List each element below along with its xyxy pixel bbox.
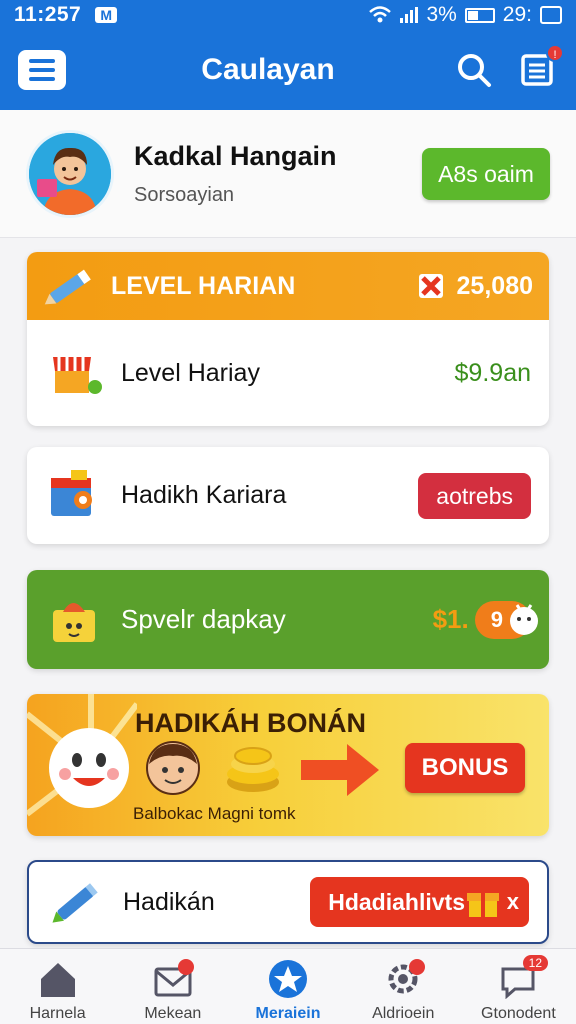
bonus-title: HADIKÁH BONÁN — [135, 708, 366, 738]
avatar[interactable] — [26, 129, 114, 218]
status-bar: 11:257 M 3% 29: — [0, 0, 576, 30]
gold-coins-icon — [227, 747, 279, 792]
mascot-icon — [510, 603, 538, 635]
nav-dot-settings — [408, 959, 425, 975]
coins-icon — [418, 274, 443, 298]
wifi-icon — [369, 6, 392, 23]
hadikan-label: Hadikán — [123, 887, 215, 916]
screen-icon — [540, 6, 562, 24]
search-button[interactable] — [454, 50, 494, 90]
search-icon — [458, 54, 491, 87]
nav-label-settings: Aldrioein — [372, 1005, 435, 1022]
kid-face-icon — [146, 741, 200, 795]
treasure-box-icon — [53, 602, 95, 642]
arrow-right-icon — [301, 744, 379, 796]
blue-pencil-icon — [52, 883, 98, 923]
level-header: LEVEL HARIAN 25,080 — [27, 252, 549, 320]
hadiah-label: Hadikh Kariara — [121, 481, 287, 509]
hadikan-card: Hadikán Hdadiahlivts x — [27, 860, 549, 944]
profile-subtitle: Sorsoayian — [134, 183, 235, 206]
bottom-nav: Harnela Mekean Meraiein Aldrioein 12 Gto… — [0, 948, 576, 1024]
bonus-button[interactable]: BONUS — [405, 743, 525, 793]
gift-box-icon — [51, 469, 92, 516]
green-card-pill[interactable]: 9 — [474, 600, 538, 639]
home-icon — [40, 963, 75, 997]
notification-badge: ! — [546, 44, 564, 62]
nav-item-message[interactable]: 12 Gtonodent — [461, 949, 576, 1024]
menu-icon-line — [29, 59, 55, 63]
nav-badge-message: 12 — [522, 955, 549, 971]
app-title: Caulayan — [201, 53, 335, 86]
sun-mascot-icon — [27, 694, 137, 817]
green-card-label: Spvelr dapkay — [121, 604, 286, 634]
level-row[interactable]: Level Hariay $9.9an — [27, 320, 549, 426]
user-avatar-icon — [29, 132, 111, 215]
app-header: Caulayan ! — [0, 30, 576, 110]
profile-name: Kadkal Hangain — [134, 140, 337, 171]
menu-button[interactable] — [18, 50, 66, 90]
level-row-value: $9.9an — [454, 358, 531, 387]
green-card-pill-value: 9 — [490, 606, 503, 632]
signal-icon — [400, 7, 419, 23]
gift-icon — [467, 893, 499, 917]
status-clock-right: 29: — [502, 3, 532, 26]
hadiah-card: Hadikh Kariara aotrebs — [27, 447, 549, 544]
bonus-card[interactable]: HADIKÁH BONÁN BONUS Balbokac Magni tomk — [27, 694, 549, 836]
level-points: 25,080 — [456, 271, 533, 300]
close-icon[interactable]: x — [507, 877, 519, 927]
level-card: LEVEL HARIAN 25,080 Level Hariay $9.9an — [27, 252, 549, 426]
green-card[interactable]: Spvelr dapkay $1. 9 — [27, 570, 549, 669]
profile-section: Kadkal Hangain Sorsoayian A8s oaim — [0, 110, 576, 238]
list-notifications-button[interactable]: ! — [518, 44, 564, 90]
claim-button[interactable]: A8s oaim — [422, 147, 550, 200]
nav-label-message: Gtonodent — [481, 1005, 556, 1022]
hadiah-button[interactable]: aotrebs — [418, 472, 531, 519]
nav-label-home: Harnela — [29, 1005, 86, 1022]
nav-item-star[interactable]: Meraiein — [230, 949, 345, 1024]
level-title: LEVEL HARIAN — [111, 271, 296, 300]
battery-percent: 3% — [426, 3, 457, 26]
nav-label-mail: Mekean — [144, 1005, 202, 1022]
bonus-subtitle: Balbokac Magni tomk — [133, 804, 296, 823]
level-row-label: Level Hariay — [121, 358, 260, 387]
hadiah-action-button[interactable]: Hdadiahlivts x — [310, 877, 529, 927]
nav-item-home[interactable]: Harnela — [0, 949, 115, 1024]
green-card-amount: $1. — [432, 604, 469, 634]
shop-icon — [53, 357, 102, 394]
status-time: 11:257 — [14, 3, 82, 26]
notification-app-icon: M — [95, 7, 118, 23]
nav-item-settings[interactable]: Aldrioein — [346, 949, 461, 1024]
battery-icon — [464, 7, 495, 23]
star-icon — [269, 960, 307, 998]
nav-item-mail[interactable]: Mekean — [115, 949, 230, 1024]
pencil-icon — [44, 269, 91, 305]
hadiah-action-label: Hdadiahlivts — [328, 889, 465, 915]
nav-label-star: Meraiein — [255, 1005, 321, 1022]
